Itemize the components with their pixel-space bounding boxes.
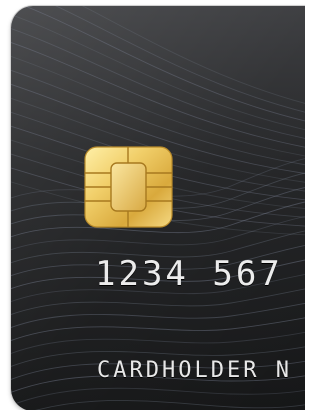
card-number: 1234 567 bbox=[95, 254, 283, 294]
image-canvas: 1234 567 CARDHOLDER N bbox=[0, 0, 305, 410]
emv-chip-icon bbox=[84, 146, 173, 228]
credit-card: 1234 567 CARDHOLDER N bbox=[11, 6, 305, 410]
cardholder-name: CARDHOLDER N bbox=[97, 358, 292, 383]
